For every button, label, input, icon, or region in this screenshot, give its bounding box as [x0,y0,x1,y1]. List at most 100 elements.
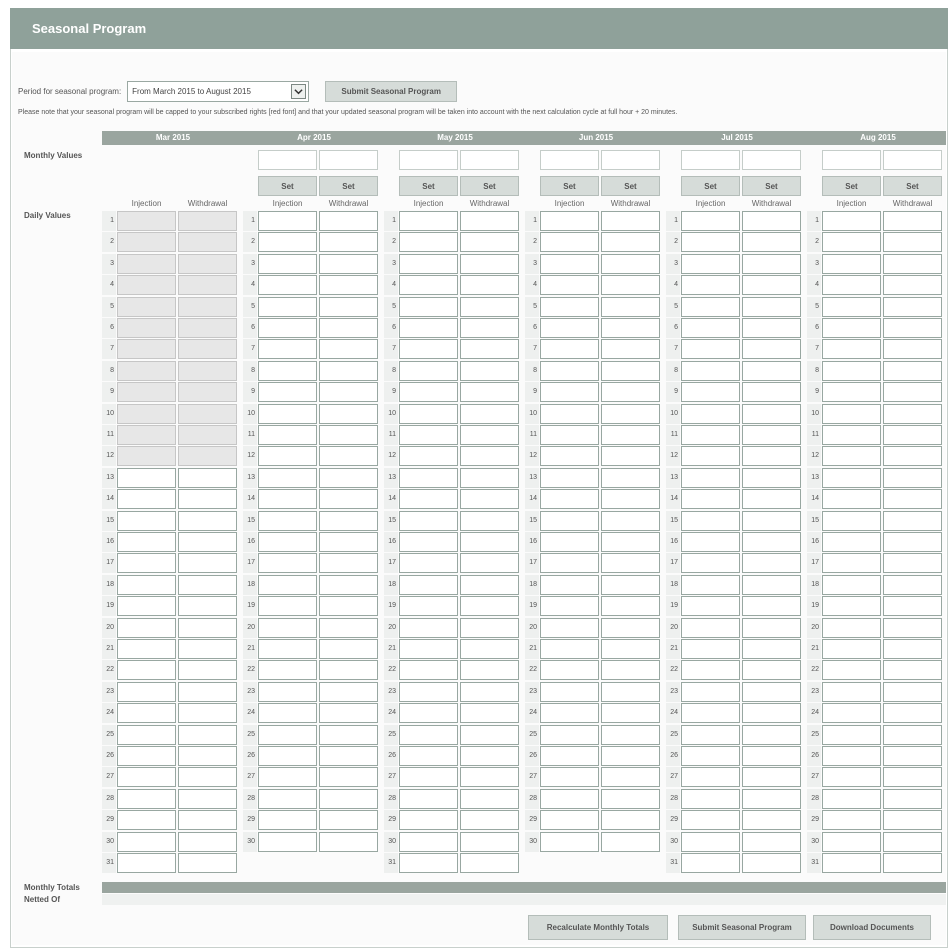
daily-withdrawal-input[interactable] [319,275,378,295]
daily-withdrawal-input[interactable] [460,853,519,873]
daily-injection-input[interactable] [681,789,740,809]
daily-withdrawal-input[interactable] [178,832,237,852]
daily-withdrawal-input[interactable] [742,660,801,680]
daily-injection-input[interactable] [399,404,458,424]
recalculate-monthly-totals-button[interactable]: Recalculate Monthly Totals [528,915,668,940]
daily-withdrawal-input[interactable] [319,468,378,488]
daily-withdrawal-input[interactable] [460,703,519,723]
daily-withdrawal-input[interactable] [178,789,237,809]
daily-withdrawal-input[interactable] [460,553,519,573]
set-withdrawal-button[interactable]: Set [883,176,942,196]
daily-injection-input[interactable] [822,810,881,830]
daily-injection-input[interactable] [258,789,317,809]
monthly-withdrawal-input[interactable] [601,150,660,170]
daily-injection-input[interactable] [399,511,458,531]
daily-injection-input[interactable] [822,211,881,231]
daily-injection-input[interactable] [540,660,599,680]
daily-injection-input[interactable] [540,575,599,595]
daily-withdrawal-input[interactable] [460,725,519,745]
daily-withdrawal-input[interactable] [319,596,378,616]
daily-injection-input[interactable] [681,832,740,852]
daily-injection-input[interactable] [822,297,881,317]
set-injection-button[interactable]: Set [681,176,740,196]
daily-injection-input[interactable] [258,511,317,531]
daily-withdrawal-input[interactable] [601,254,660,274]
daily-injection-input[interactable] [258,596,317,616]
daily-injection-input[interactable] [117,639,176,659]
daily-withdrawal-input[interactable] [319,489,378,509]
daily-injection-input[interactable] [258,703,317,723]
daily-withdrawal-input[interactable] [178,511,237,531]
daily-injection-input[interactable] [258,211,317,231]
daily-injection-input[interactable] [258,553,317,573]
daily-injection-input[interactable] [540,618,599,638]
daily-injection-input[interactable] [258,767,317,787]
daily-withdrawal-input[interactable] [601,832,660,852]
daily-withdrawal-input[interactable] [883,339,942,359]
daily-withdrawal-input[interactable] [319,297,378,317]
daily-withdrawal-input[interactable] [883,553,942,573]
daily-withdrawal-input[interactable] [883,211,942,231]
daily-withdrawal-input[interactable] [460,404,519,424]
daily-injection-input[interactable] [258,232,317,252]
set-withdrawal-button[interactable]: Set [742,176,801,196]
daily-injection-input[interactable] [540,404,599,424]
daily-injection-input[interactable] [258,275,317,295]
daily-withdrawal-input[interactable] [178,703,237,723]
daily-withdrawal-input[interactable] [460,425,519,445]
daily-withdrawal-input[interactable] [883,660,942,680]
daily-withdrawal-input[interactable] [319,767,378,787]
daily-injection-input[interactable] [540,703,599,723]
daily-withdrawal-input[interactable] [883,596,942,616]
daily-withdrawal-input[interactable] [178,553,237,573]
daily-injection-input[interactable] [681,297,740,317]
daily-injection-input[interactable] [540,468,599,488]
daily-injection-input[interactable] [681,532,740,552]
daily-withdrawal-input[interactable] [319,361,378,381]
daily-injection-input[interactable] [399,446,458,466]
daily-withdrawal-input[interactable] [460,832,519,852]
daily-withdrawal-input[interactable] [319,639,378,659]
daily-withdrawal-input[interactable] [178,725,237,745]
daily-withdrawal-input[interactable] [601,404,660,424]
daily-injection-input[interactable] [258,746,317,766]
daily-injection-input[interactable] [540,682,599,702]
daily-injection-input[interactable] [540,446,599,466]
daily-injection-input[interactable] [822,361,881,381]
daily-injection-input[interactable] [399,853,458,873]
daily-withdrawal-input[interactable] [319,532,378,552]
daily-withdrawal-input[interactable] [883,232,942,252]
daily-injection-input[interactable] [540,639,599,659]
monthly-withdrawal-input[interactable] [883,150,942,170]
daily-withdrawal-input[interactable] [742,404,801,424]
daily-withdrawal-input[interactable] [601,232,660,252]
daily-withdrawal-input[interactable] [742,318,801,338]
daily-withdrawal-input[interactable] [742,382,801,402]
daily-withdrawal-input[interactable] [319,382,378,402]
daily-injection-input[interactable] [117,767,176,787]
daily-injection-input[interactable] [399,832,458,852]
daily-injection-input[interactable] [822,618,881,638]
submit-seasonal-program-bottom-button[interactable]: Submit Seasonal Program [678,915,806,940]
monthly-injection-input[interactable] [258,150,317,170]
daily-withdrawal-input[interactable] [742,853,801,873]
daily-withdrawal-input[interactable] [883,425,942,445]
daily-withdrawal-input[interactable] [742,489,801,509]
monthly-injection-input[interactable] [822,150,881,170]
daily-withdrawal-input[interactable] [601,660,660,680]
daily-injection-input[interactable] [117,575,176,595]
daily-injection-input[interactable] [540,832,599,852]
daily-withdrawal-input[interactable] [883,789,942,809]
daily-withdrawal-input[interactable] [883,618,942,638]
daily-injection-input[interactable] [540,361,599,381]
daily-injection-input[interactable] [540,810,599,830]
daily-withdrawal-input[interactable] [178,660,237,680]
daily-withdrawal-input[interactable] [319,789,378,809]
daily-injection-input[interactable] [399,596,458,616]
daily-withdrawal-input[interactable] [460,789,519,809]
daily-injection-input[interactable] [681,853,740,873]
daily-withdrawal-input[interactable] [883,382,942,402]
daily-injection-input[interactable] [399,275,458,295]
daily-withdrawal-input[interactable] [601,746,660,766]
daily-withdrawal-input[interactable] [883,297,942,317]
